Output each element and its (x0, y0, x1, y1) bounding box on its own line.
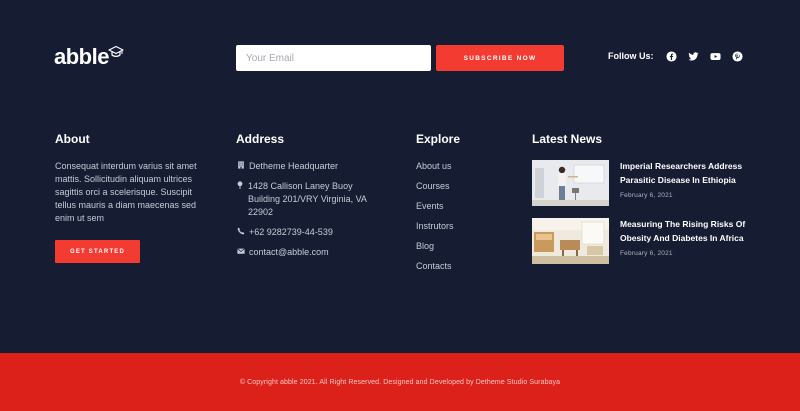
news-title[interactable]: Measuring The Rising Risks Of Obesity An… (620, 218, 750, 245)
footer-main: abble SUBSCRIBE NOW Follow Us: (0, 0, 800, 353)
facebook-icon[interactable] (666, 50, 678, 62)
get-started-button[interactable]: GET STARTED (55, 240, 140, 263)
explore-link-contacts[interactable]: Contacts (416, 260, 516, 273)
news-date: February 6, 2021 (620, 250, 673, 257)
copyright-bar: © Copyright abble 2021. All Right Reserv… (0, 353, 800, 411)
address-column: Address Detheme Headquarter 1428 Calliso… (236, 131, 386, 266)
address-item-phone[interactable]: +62 9282739-44-539 (236, 226, 386, 239)
explore-link-instructors[interactable]: Instrutors (416, 220, 516, 233)
graduation-cap-icon (108, 45, 124, 57)
page: abble SUBSCRIBE NOW Follow Us: (0, 0, 800, 411)
news-body: Imperial Researchers Address Parasitic D… (620, 160, 750, 206)
email-address: contact@abble.com (249, 247, 329, 257)
follow-label: Follow Us: (608, 51, 654, 61)
pinterest-icon[interactable] (732, 50, 744, 62)
address-item-headquarter: Detheme Headquarter (236, 160, 386, 173)
about-column: About Consequat interdum varius sit amet… (55, 131, 205, 263)
brand-logo[interactable]: abble (54, 44, 124, 70)
address-headquarter-text: Detheme Headquarter (249, 161, 339, 171)
address-item-email[interactable]: contact@abble.com (236, 246, 386, 259)
brand-name: abble (54, 44, 109, 69)
address-location-text: 1428 Callison Laney Buoy Building 201/VR… (248, 181, 367, 217)
email-input[interactable] (236, 45, 431, 71)
youtube-icon[interactable] (710, 50, 722, 62)
news-title[interactable]: Imperial Researchers Address Parasitic D… (620, 160, 750, 187)
news-item: Imperial Researchers Address Parasitic D… (532, 160, 762, 206)
envelope-icon (236, 247, 245, 258)
building-icon (236, 161, 245, 172)
explore-link-blog[interactable]: Blog (416, 240, 516, 253)
news-heading: Latest News (532, 132, 603, 146)
explore-link-courses[interactable]: Courses (416, 180, 516, 193)
news-body: Measuring The Rising Risks Of Obesity An… (620, 218, 750, 264)
about-heading: About (55, 132, 90, 146)
news-column: Latest News Imperial Researchers Address… (532, 131, 762, 276)
address-item-location: 1428 Callison Laney Buoy Building 201/VR… (236, 180, 386, 219)
phone-icon (236, 227, 245, 238)
subscribe-button[interactable]: SUBSCRIBE NOW (436, 45, 564, 71)
map-pin-icon (236, 181, 244, 192)
copyright-text: © Copyright abble 2021. All Right Reserv… (239, 378, 561, 386)
explore-link-events[interactable]: Events (416, 200, 516, 213)
news-thumbnail[interactable] (532, 160, 609, 206)
address-heading: Address (236, 132, 285, 146)
explore-link-about-us[interactable]: About us (416, 160, 516, 173)
explore-heading: Explore (416, 132, 461, 146)
news-thumbnail[interactable] (532, 218, 609, 264)
explore-links: About us Courses Events Instrutors Blog … (416, 160, 516, 273)
explore-column: Explore About us Courses Events Instruto… (416, 131, 516, 280)
about-description: Consequat interdum varius sit amet matti… (55, 161, 197, 223)
social-links: Follow Us: (608, 50, 744, 62)
phone-number: +62 9282739-44-539 (249, 227, 333, 237)
twitter-icon[interactable] (688, 50, 700, 62)
news-date: February 6, 2021 (620, 192, 673, 199)
news-item: Measuring The Rising Risks Of Obesity An… (532, 218, 762, 264)
